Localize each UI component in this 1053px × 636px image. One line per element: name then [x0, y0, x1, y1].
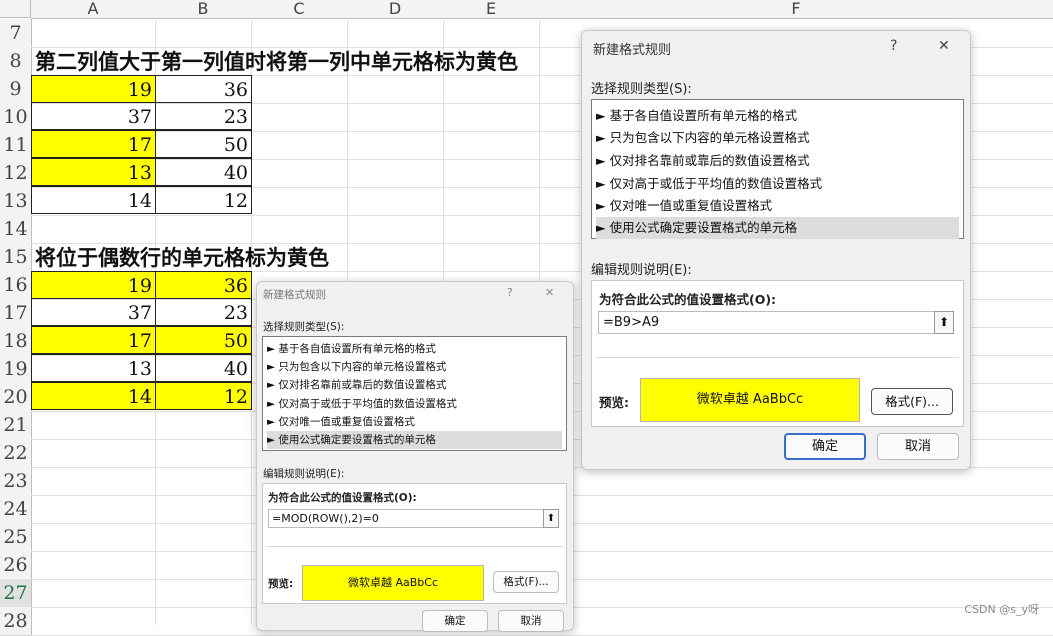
- row-header-9[interactable]: 9: [0, 75, 32, 104]
- format-preview: 微软卓越 AaBbCc: [302, 565, 484, 601]
- dialog-title: 新建格式规则: [593, 43, 672, 58]
- collapse-dialog-icon[interactable]: ⬆: [934, 311, 954, 334]
- row-header-18[interactable]: 18: [0, 327, 32, 356]
- column-header-e[interactable]: E: [443, 0, 540, 19]
- rule-type-list[interactable]: ► 基于各自值设置所有单元格的格式 ► 只为包含以下内容的单元格设置格式 ► 仅…: [262, 336, 567, 451]
- rule-type-item[interactable]: ► 基于各自值设置所有单元格的格式: [596, 105, 959, 127]
- rule-type-label: 选择规则类型(S):: [591, 82, 692, 97]
- rule-type-item[interactable]: ► 仅对唯一值或重复值设置格式: [267, 413, 562, 431]
- format-preview: 微软卓越 AaBbCc: [640, 378, 860, 422]
- cell-a-11[interactable]: 17: [31, 130, 156, 158]
- help-icon[interactable]: ?: [507, 286, 513, 299]
- cell-a-9[interactable]: 19: [31, 75, 156, 103]
- column-header-a[interactable]: A: [31, 0, 156, 19]
- formula-input[interactable]: =MOD(ROW(),2)=0: [268, 509, 545, 528]
- cell-b-10[interactable]: 23: [155, 102, 252, 130]
- cell-a-17[interactable]: 37: [31, 298, 156, 326]
- panel-divider: [266, 546, 563, 547]
- cell-a-18[interactable]: 17: [31, 326, 156, 354]
- cell-a-16[interactable]: 19: [31, 271, 156, 299]
- row-header-19[interactable]: 19: [0, 355, 32, 384]
- cell-a-13[interactable]: 14: [31, 186, 156, 214]
- rule-type-item[interactable]: ► 仅对排名靠前或靠后的数值设置格式: [267, 376, 562, 394]
- dialog-title: 新建格式规则: [263, 289, 326, 301]
- row-header-27[interactable]: 27: [0, 579, 32, 608]
- edit-rule-label: 编辑规则说明(E):: [591, 263, 692, 278]
- row-header-15[interactable]: 15: [0, 243, 32, 272]
- row-header-20[interactable]: 20: [0, 383, 32, 412]
- row-header-25[interactable]: 25: [0, 523, 32, 552]
- rule-type-item[interactable]: ► 只为包含以下内容的单元格设置格式: [596, 127, 959, 149]
- rule-type-item[interactable]: ► 只为包含以下内容的单元格设置格式: [267, 358, 562, 376]
- watermark: CSDN @s_y呀: [964, 603, 1039, 616]
- panel-divider: [596, 357, 959, 358]
- rule-type-item[interactable]: ► 仅对排名靠前或靠后的数值设置格式: [596, 150, 959, 172]
- cell-a-20[interactable]: 14: [31, 382, 156, 410]
- cell-b-13[interactable]: 12: [155, 186, 252, 214]
- rule-type-list[interactable]: ► 基于各自值设置所有单元格的格式 ► 只为包含以下内容的单元格设置格式 ► 仅…: [591, 99, 964, 239]
- row-header-21[interactable]: 21: [0, 411, 32, 440]
- format-button[interactable]: 格式(F)...: [871, 388, 953, 415]
- column-header-b[interactable]: B: [155, 0, 252, 19]
- cell-a-12[interactable]: 13: [31, 158, 156, 186]
- cell-b-9[interactable]: 36: [155, 75, 252, 103]
- column-header-f[interactable]: F: [539, 0, 1053, 19]
- rule-type-item[interactable]: ► 仅对高于或低于平均值的数值设置格式: [596, 173, 959, 195]
- cell-a-19[interactable]: 13: [31, 354, 156, 382]
- row-header-26[interactable]: 26: [0, 551, 32, 580]
- row-header-7[interactable]: 7: [0, 19, 32, 48]
- row-header-8[interactable]: 8: [0, 47, 32, 76]
- preview-label: 预览:: [268, 578, 294, 590]
- collapse-dialog-icon[interactable]: ⬆: [543, 509, 559, 528]
- row-header-28[interactable]: 28: [0, 607, 32, 636]
- formula-label: 为符合此公式的值设置格式(O):: [599, 292, 777, 307]
- preview-label: 预览:: [599, 395, 629, 410]
- row-header-23[interactable]: 23: [0, 467, 32, 496]
- rule-type-item-selected[interactable]: ► 使用公式确定要设置格式的单元格: [267, 431, 562, 449]
- cell-b-17[interactable]: 23: [155, 298, 252, 326]
- edit-rule-label: 编辑规则说明(E):: [263, 468, 345, 480]
- rule-type-label: 选择规则类型(S):: [263, 321, 345, 333]
- ok-button[interactable]: 确定: [422, 610, 488, 632]
- row-header-12[interactable]: 12: [0, 159, 32, 188]
- row-header-10[interactable]: 10: [0, 103, 32, 132]
- cell-b-11[interactable]: 50: [155, 130, 252, 158]
- row-header-17[interactable]: 17: [0, 299, 32, 328]
- rule-type-item[interactable]: ► 仅对高于或低于平均值的数值设置格式: [267, 395, 562, 413]
- cell-b-12[interactable]: 40: [155, 158, 252, 186]
- cancel-button[interactable]: 取消: [877, 433, 959, 460]
- rule-type-item[interactable]: ► 基于各自值设置所有单元格的格式: [267, 340, 562, 358]
- close-icon[interactable]: ✕: [938, 38, 950, 54]
- column-header-c[interactable]: C: [251, 0, 348, 19]
- formula-label: 为符合此公式的值设置格式(O):: [268, 492, 417, 504]
- row-header-14[interactable]: 14: [0, 215, 32, 244]
- cell-b-20[interactable]: 12: [155, 382, 252, 410]
- select-all-corner[interactable]: [0, 0, 31, 18]
- cell-b-18[interactable]: 50: [155, 326, 252, 354]
- rule-description-panel: 为符合此公式的值设置格式(O): =MOD(ROW(),2)=0 ⬆ 预览: 微…: [262, 483, 567, 604]
- cell-b-16[interactable]: 36: [155, 271, 252, 299]
- new-format-rule-dialog-formula-b9-gt-a9: 新建格式规则 ? ✕ 选择规则类型(S): ► 基于各自值设置所有单元格的格式 …: [581, 30, 971, 470]
- row-header-22[interactable]: 22: [0, 439, 32, 468]
- formula-input[interactable]: =B9>A9: [598, 311, 936, 334]
- rule-description-panel: 为符合此公式的值设置格式(O): =B9>A9 ⬆ 预览: 微软卓越 AaBbC…: [591, 280, 964, 427]
- help-icon[interactable]: ?: [890, 38, 897, 54]
- rule-type-item-selected[interactable]: ► 使用公式确定要设置格式的单元格: [596, 217, 959, 239]
- cancel-button[interactable]: 取消: [498, 610, 564, 632]
- row-header-24[interactable]: 24: [0, 495, 32, 524]
- ok-button[interactable]: 确定: [784, 433, 866, 460]
- format-button[interactable]: 格式(F)...: [493, 571, 559, 593]
- rule-type-item[interactable]: ► 仅对唯一值或重复值设置格式: [596, 195, 959, 217]
- close-icon[interactable]: ✕: [545, 286, 554, 299]
- row-header-16[interactable]: 16: [0, 271, 32, 300]
- new-format-rule-dialog-formula-mod-row: 新建格式规则 ? ✕ 选择规则类型(S): ► 基于各自值设置所有单元格的格式 …: [256, 281, 574, 632]
- cell-a-10[interactable]: 37: [31, 102, 156, 130]
- row-header-13[interactable]: 13: [0, 187, 32, 216]
- sheet-title-1[interactable]: 第二列值大于第一列值时将第一列中单元格标为黄色: [35, 48, 518, 76]
- cell-b-19[interactable]: 40: [155, 354, 252, 382]
- sheet-title-2[interactable]: 将位于偶数行的单元格标为黄色: [35, 244, 329, 272]
- row-header-11[interactable]: 11: [0, 131, 32, 160]
- column-header-d[interactable]: D: [347, 0, 444, 19]
